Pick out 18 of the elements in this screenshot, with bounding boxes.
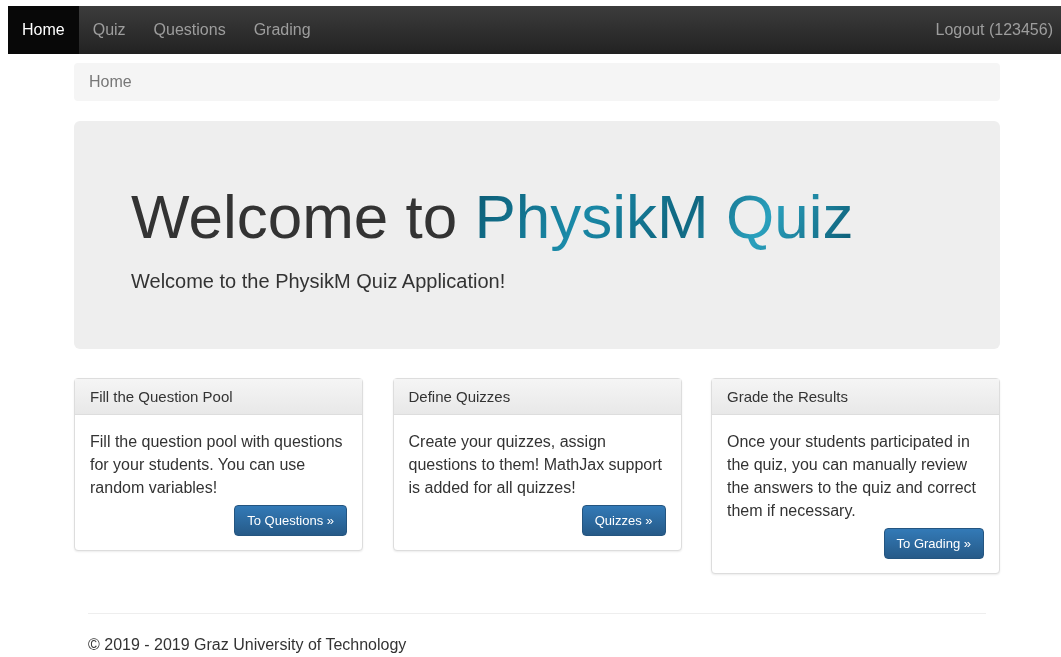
nav-link[interactable]: Home xyxy=(8,6,79,54)
panel-heading: Fill the Question Pool xyxy=(75,379,362,415)
panel-text: Create your quizzes, assign questions to them! MathJax support is added for all quizzes! xyxy=(408,432,663,498)
panel-button[interactable]: To Questions » xyxy=(234,505,347,536)
title-text: Welcome to xyxy=(131,182,458,252)
panel-text: Fill the question pool with questions for your students. You can use random variables! xyxy=(90,432,344,498)
panel-heading: Define Quizzes xyxy=(393,379,681,415)
nav-link[interactable]: Questions xyxy=(139,6,240,54)
panel-button[interactable]: To Grading » xyxy=(883,528,984,559)
footer-text: © 2019 - 2019 Graz University of Technology xyxy=(87,635,408,654)
lead-text: Welcome to the PhysikM Quiz Application! xyxy=(131,269,507,293)
panel-heading: Grade the Results xyxy=(712,379,999,415)
nav-link[interactable]: Quiz xyxy=(78,6,140,54)
panel-text: Once your students participated in the quiz, you can manually review the answers to the quiz and correct them if necessary. xyxy=(727,432,978,521)
panel-button[interactable]: Quizzes » xyxy=(581,505,666,536)
logout-link[interactable]: Logout (123456) xyxy=(921,6,1061,54)
breadcrumb-item: Home xyxy=(89,73,132,91)
nav-link[interactable]: Grading xyxy=(239,6,325,54)
